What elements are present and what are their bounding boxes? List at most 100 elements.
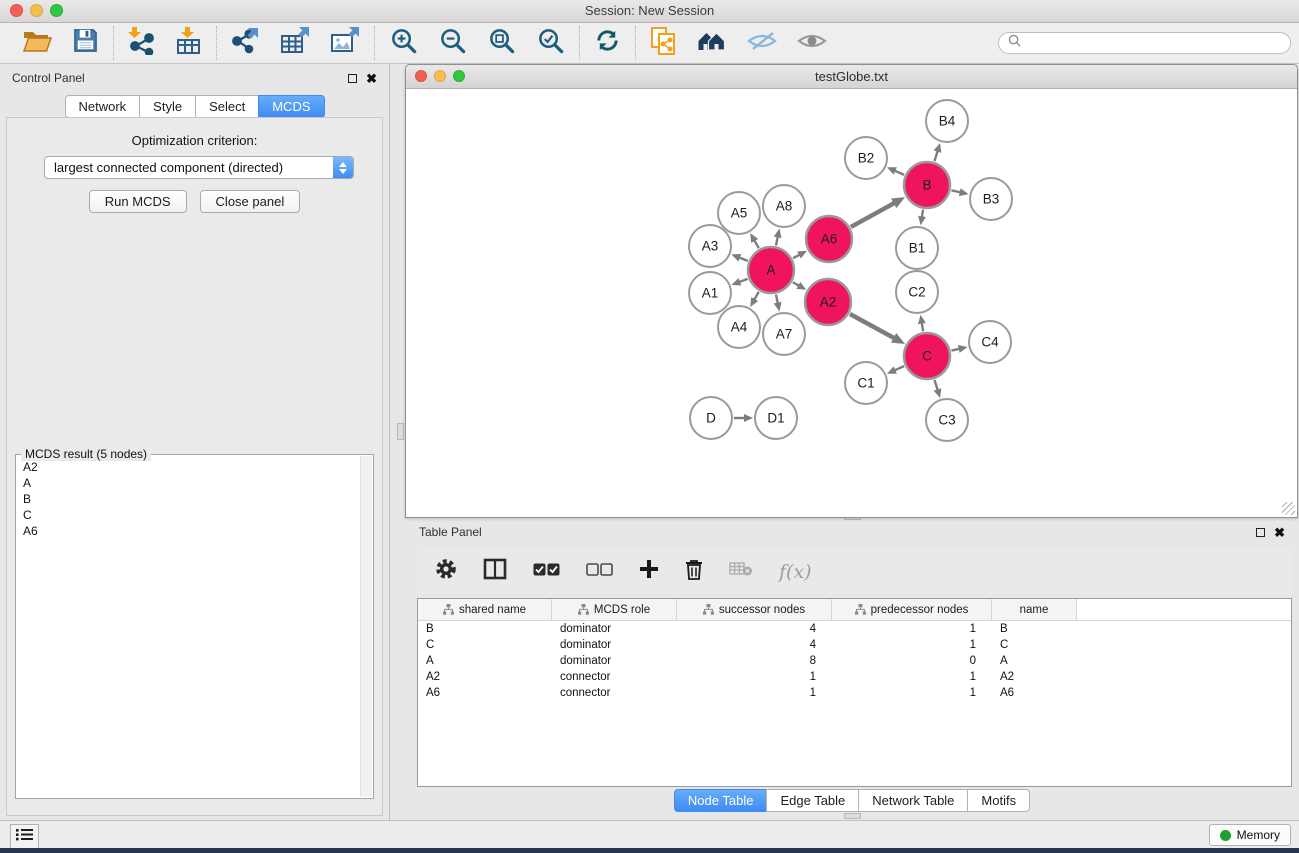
table-cell: 1 [832,639,992,651]
search-box[interactable] [998,32,1291,54]
graph-edge-B-B2[interactable] [894,171,904,175]
tab-select[interactable]: Select [195,95,259,118]
float-table-panel-icon[interactable] [1256,528,1265,537]
refresh-layout-button[interactable] [594,27,621,59]
show-all-button[interactable] [797,31,827,56]
graph-edge-A-A8[interactable] [776,236,778,245]
close-window-button[interactable] [10,4,23,17]
function-builder-button[interactable]: f(x) [779,561,812,583]
new-network-from-selection-button[interactable] [650,26,676,61]
graph-edge-A-A7[interactable] [776,294,778,303]
table-row[interactable]: Bdominator41B [418,621,1291,637]
maximize-network-button[interactable] [453,70,465,82]
minimize-window-button[interactable] [30,4,43,17]
graph-edge-B-B4[interactable] [934,151,937,162]
table-row[interactable]: A6connector11A6 [418,685,1291,701]
graph-edge-A-A2[interactable] [793,282,799,286]
zoom-selected-button[interactable] [536,26,565,60]
horizontal-splitter-handle[interactable] [844,813,861,819]
memory-button[interactable]: Memory [1209,824,1291,846]
graph-edge-A2-C[interactable] [850,314,895,338]
column-header-successor-nodes[interactable]: successor nodes [677,599,832,620]
tab-style[interactable]: Style [139,95,196,118]
result-item[interactable]: C [18,507,360,523]
graph-edge-A-A3[interactable] [739,257,748,260]
table-row[interactable]: Cdominator41C [418,637,1291,653]
graph-edge-C-C4[interactable] [951,349,959,351]
control-panel-title: Control Panel [12,71,85,85]
maximize-window-button[interactable] [50,4,63,17]
zoom-out-button[interactable] [438,26,467,60]
select-all-columns-button[interactable] [533,563,560,581]
first-neighbors-button[interactable] [696,29,727,58]
close-panel-button[interactable]: Close panel [200,190,301,213]
graph-node-label: A3 [702,239,719,254]
network-window-title: testGlobe.txt [815,69,888,84]
table-settings-button[interactable] [435,558,457,585]
tab-edge-table[interactable]: Edge Table [766,789,859,812]
resize-grip[interactable] [1282,502,1295,515]
column-header-name[interactable]: name [992,599,1077,620]
search-input[interactable] [1026,35,1281,51]
table-row[interactable]: A2connector11A2 [418,669,1291,685]
graph-edge-C-C1[interactable] [894,366,904,370]
zoom-in-button[interactable] [389,26,418,60]
create-column-button[interactable] [639,559,659,584]
table-cell: A6 [992,687,1077,699]
graph-edge-A-A6[interactable] [793,255,800,259]
table-cell: 4 [677,623,832,635]
floppy-disk-icon [72,27,99,59]
run-mcds-button[interactable]: Run MCDS [89,190,187,213]
table-row[interactable]: Adominator80A [418,653,1291,669]
titlebar[interactable]: Session: New Session [0,0,1299,23]
network-canvas[interactable]: AA6A2A5A8A3A1A4A7BB2B4B3B1CC2C4C1C3DD1 [406,89,1297,518]
refresh-icon [594,27,621,59]
tab-mcds[interactable]: MCDS [258,95,324,118]
graph-edge-A6-B[interactable] [851,203,895,227]
save-session-button[interactable] [72,27,99,59]
result-scrollbar[interactable] [360,456,372,797]
import-network-icon [128,26,155,60]
task-history-button[interactable] [10,824,39,849]
hide-selected-button[interactable] [747,30,777,57]
result-item[interactable]: B [18,491,360,507]
export-network-button[interactable] [231,26,260,60]
graph-edge-C-C3[interactable] [934,380,937,391]
vertical-splitter-handle[interactable] [397,423,404,440]
network-window-titlebar[interactable]: testGlobe.txt [406,65,1297,89]
graph-edge-B-B1[interactable] [922,210,923,218]
zoom-selected-icon [536,26,565,60]
delete-table-button[interactable] [729,561,753,582]
trash-icon [685,559,703,585]
result-item[interactable]: A6 [18,523,360,539]
export-image-button[interactable] [330,26,360,60]
open-session-button[interactable] [22,28,52,59]
column-header-predecessor-nodes[interactable]: predecessor nodes [832,599,992,620]
graph-edge-B-B3[interactable] [951,190,960,192]
tab-node-table[interactable]: Node Table [674,789,768,812]
graph-edge-C-C2[interactable] [922,323,923,332]
close-table-panel-icon[interactable]: ✖ [1274,526,1285,539]
zoom-fit-button[interactable] [487,26,516,60]
column-header-shared-name[interactable]: shared name [418,599,552,620]
graph-edge-A-A4[interactable] [754,292,759,300]
import-table-button[interactable] [175,26,202,60]
show-columns-button[interactable] [483,558,507,585]
close-panel-icon[interactable]: ✖ [366,72,377,85]
graph-edge-A-A5[interactable] [754,240,759,248]
graph-edge-A-A1[interactable] [739,279,748,282]
tab-network[interactable]: Network [64,95,140,118]
close-network-button[interactable] [415,70,427,82]
deselect-all-columns-button[interactable] [586,563,613,581]
tab-network-table[interactable]: Network Table [858,789,968,812]
tab-motifs[interactable]: Motifs [967,789,1030,812]
delete-columns-button[interactable] [685,559,703,585]
export-table-button[interactable] [280,26,310,60]
float-panel-icon[interactable] [348,74,357,83]
optimization-criterion-dropdown[interactable]: largest connected component (directed) [44,156,354,179]
column-header-mcds-role[interactable]: MCDS role [552,599,677,620]
result-item[interactable]: A2 [18,459,360,475]
result-item[interactable]: A [18,475,360,491]
import-network-button[interactable] [128,26,155,60]
minimize-network-button[interactable] [434,70,446,82]
